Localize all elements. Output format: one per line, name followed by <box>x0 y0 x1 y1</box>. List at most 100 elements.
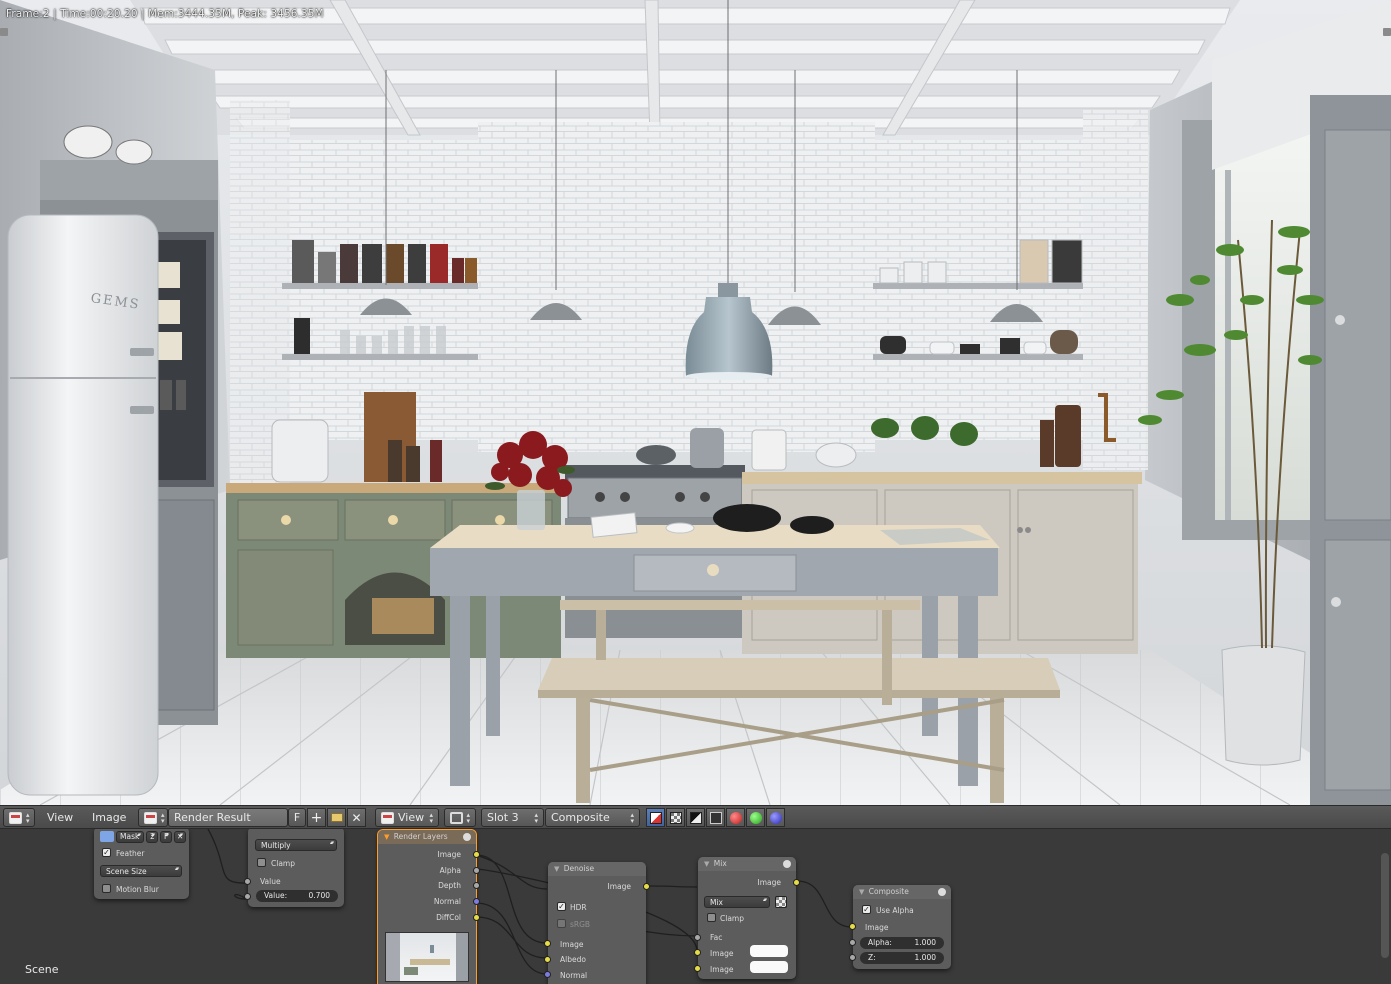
pivot-icon <box>450 811 463 824</box>
render-layer-select[interactable]: Composite ▴ ▾ <box>545 808 640 827</box>
green-channel-button[interactable] <box>746 808 765 827</box>
denoise-hdr-checkbox[interactable]: ✓ <box>557 902 566 911</box>
composite-node[interactable]: ▼ Composite ✓ Use Alpha Image Alpha: 1.0… <box>849 885 951 969</box>
fake-user-button[interactable]: F <box>288 808 306 827</box>
node-editor[interactable]: Mask 2 F ✕ ✓ Feather Scene Size Motion B… <box>0 829 1391 984</box>
render-layers-alpha-socket[interactable] <box>473 867 480 874</box>
render-slot-select[interactable]: Slot 3 ▴ ▾ <box>481 808 544 827</box>
draw-zbuffer-button[interactable] <box>686 808 705 827</box>
math-input-socket-2[interactable] <box>244 893 251 900</box>
composite-z-socket[interactable] <box>849 954 856 961</box>
render-layers-title: ▼ Render Layers <box>378 830 476 844</box>
render-viewport[interactable]: GEMS Frame:2 | Time:00:20.20 | Mem:3444.… <box>0 0 1391 805</box>
node-editor-scrollbar[interactable] <box>1381 853 1389 958</box>
composite-alpha-field[interactable]: Alpha: 1.000 <box>860 937 944 949</box>
render-layers-out-diffcol: DiffCol <box>436 913 461 922</box>
denoise-srgb-checkbox[interactable] <box>557 919 566 928</box>
new-image-button[interactable]: + <box>307 808 326 827</box>
mix-node[interactable]: ▼ Mix Image Mix Clamp Fac Image Image <box>694 857 800 979</box>
render-layers-node[interactable]: ▼ Render Layers Image Alpha Depth Normal… <box>378 830 480 984</box>
math-clamp-checkbox[interactable] <box>257 858 266 867</box>
draw-alpha-button[interactable] <box>666 808 685 827</box>
mix-output-socket[interactable] <box>793 879 800 886</box>
fake-user-label: F <box>293 811 301 824</box>
render-layers-depth-socket[interactable] <box>473 882 480 889</box>
editor-type-button[interactable]: ▴ ▾ <box>3 808 35 827</box>
blue-dot-icon <box>769 811 782 824</box>
area-corner-widget-right[interactable] <box>1383 28 1391 36</box>
composite-preview-icon <box>938 888 946 896</box>
image-name-text: Render Result <box>174 811 251 824</box>
unlink-image-button[interactable]: ✕ <box>347 808 366 827</box>
math-input-socket-1[interactable] <box>244 878 251 885</box>
mix-image1-color-swatch[interactable] <box>750 945 788 957</box>
image-browse-icon <box>144 811 157 824</box>
render-layers-collapse-icon: ▼ <box>384 833 390 841</box>
view-mode-select[interactable]: View ▴ ▾ <box>375 808 439 827</box>
mix-clamp-checkbox[interactable] <box>707 913 716 922</box>
node-links <box>207 829 853 975</box>
denoise-title: ▼ Denoise <box>548 862 646 876</box>
channels-icon <box>709 811 722 824</box>
use-alpha-checkbox[interactable]: ✓ <box>862 905 871 914</box>
math-value-field[interactable]: Value: 0.700 <box>256 890 338 902</box>
composite-collapse-icon: ▼ <box>859 888 865 896</box>
mix-image2-socket[interactable] <box>694 965 701 972</box>
mix-alpha-toggle-icon[interactable] <box>775 896 787 908</box>
mix-title: ▼ Mix <box>698 857 796 871</box>
mix-clamp-label: Clamp <box>720 914 744 923</box>
denoise-albedo-socket[interactable] <box>544 956 551 963</box>
updown-arrows-icon: ▴ ▾ <box>26 810 30 825</box>
feather-checkbox[interactable]: ✓ <box>102 848 111 857</box>
composite-alpha-socket[interactable] <box>849 939 856 946</box>
denoise-in-image: Image <box>560 940 584 949</box>
checker-color-icon <box>649 811 662 824</box>
render-layers-image-socket[interactable] <box>473 851 480 858</box>
browse-image-button[interactable]: ▴ ▾ <box>138 808 168 827</box>
mask-node[interactable]: Mask 2 F ✕ ✓ Feather Scene Size Motion B… <box>94 829 189 899</box>
open-image-button[interactable] <box>327 808 346 827</box>
denoise-node[interactable]: ▼ Denoise Image ✓ HDR sRGB Image Albedo … <box>544 862 650 984</box>
render-layers-preview-thumbnail <box>385 932 469 982</box>
pivot-select[interactable]: ▴ ▾ <box>444 808 476 827</box>
mix-blend-mode-select[interactable]: Mix <box>704 896 770 908</box>
denoise-output-socket[interactable] <box>643 883 650 890</box>
area-corner-widget-left[interactable] <box>0 28 8 36</box>
updown-arrows-icon: ▴ ▾ <box>630 810 634 825</box>
composite-alpha-label: Alpha: <box>868 938 892 947</box>
math-operation-select[interactable]: Multiply <box>255 839 337 851</box>
composite-image-socket[interactable] <box>849 923 856 930</box>
mask-fake-user[interactable]: F <box>160 831 172 843</box>
mix-image1-socket[interactable] <box>694 949 701 956</box>
math-field-label: Value: <box>264 891 288 900</box>
mix-out-image: Image <box>757 878 782 887</box>
denoise-normal-socket[interactable] <box>544 971 551 978</box>
mask-users-count: 2 <box>146 831 158 843</box>
menu-view[interactable]: View <box>47 811 73 824</box>
mask-unlink-close-icon[interactable]: ✕ <box>174 831 186 843</box>
red-dot-icon <box>729 811 742 824</box>
menu-image[interactable]: Image <box>92 811 126 824</box>
blender-window: GEMS Frame:2 | Time:00:20.20 | Mem:3444.… <box>0 0 1391 984</box>
draw-channels-button[interactable] <box>706 808 725 827</box>
denoise-image-socket[interactable] <box>544 940 551 947</box>
mask-size-select[interactable]: Scene Size <box>100 865 182 877</box>
mask-name-field[interactable]: Mask <box>116 831 144 843</box>
draw-image-button[interactable] <box>646 808 665 827</box>
blue-channel-button[interactable] <box>766 808 785 827</box>
image-name-field[interactable]: Render Result <box>168 808 288 827</box>
mix-fac-socket[interactable] <box>694 934 701 941</box>
render-layers-title-text: Render Layers <box>393 832 448 841</box>
render-layers-diffcol-socket[interactable] <box>473 914 480 921</box>
mix-image2-color-swatch[interactable] <box>750 961 788 973</box>
mix-collapse-icon: ▼ <box>704 860 710 868</box>
math-node[interactable]: Multiply Clamp Value Value: 0.700 <box>244 829 344 907</box>
red-channel-button[interactable] <box>726 808 745 827</box>
motion-blur-checkbox[interactable] <box>102 884 111 893</box>
composite-title: ▼ Composite <box>853 885 951 899</box>
math-clamp-label: Clamp <box>271 859 295 868</box>
mix-image1-label: Image <box>710 949 734 958</box>
render-layers-normal-socket[interactable] <box>473 898 480 905</box>
use-alpha-label: Use Alpha <box>876 906 914 915</box>
composite-z-field[interactable]: Z: 1.000 <box>860 952 944 964</box>
